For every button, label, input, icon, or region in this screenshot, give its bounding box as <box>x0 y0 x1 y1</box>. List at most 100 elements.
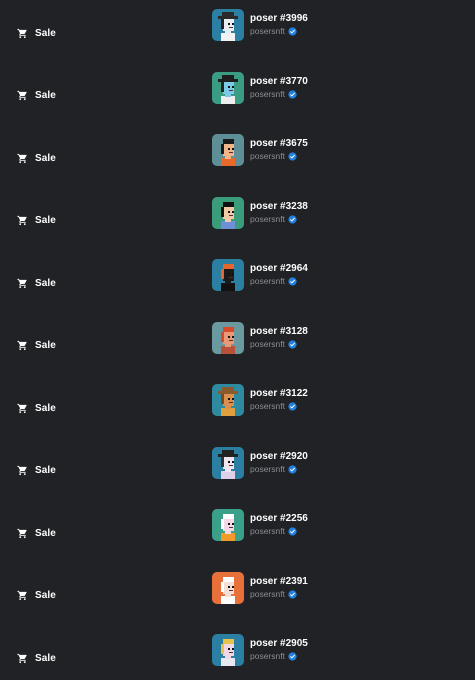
shopping-cart-icon <box>17 28 27 38</box>
collection-name[interactable]: posersnft <box>250 151 285 162</box>
activity-row: Sale poser #3770 posersnft <box>0 71 475 134</box>
item-thumbnail[interactable] <box>212 571 244 604</box>
event-label: Sale <box>35 90 56 101</box>
verified-badge-icon <box>288 527 297 536</box>
collection-name[interactable]: posersnft <box>250 464 285 475</box>
activity-row: Sale poser #2256 posersnft <box>0 509 475 571</box>
collection-name[interactable]: posersnft <box>250 26 285 37</box>
item-thumbnail[interactable] <box>212 446 244 479</box>
collection-line: posersnft <box>250 276 308 287</box>
event-type[interactable]: Sale <box>17 274 56 292</box>
event-type[interactable]: Sale <box>17 524 56 542</box>
item-thumbnail[interactable] <box>212 9 244 41</box>
item-name[interactable]: poser #2256 <box>250 513 308 525</box>
verified-badge-icon <box>288 339 297 349</box>
shopping-cart-icon <box>17 215 27 226</box>
item-thumbnail[interactable] <box>212 71 244 104</box>
collection-line: posersnft <box>250 151 308 162</box>
item-name[interactable]: poser #3770 <box>250 76 308 88</box>
item-thumbnail[interactable] <box>212 384 244 416</box>
verified-badge-icon <box>288 89 297 99</box>
event-label: Sale <box>35 652 56 664</box>
collection-name[interactable]: posersnft <box>250 526 285 537</box>
verified-badge-icon <box>288 152 297 161</box>
shopping-cart-icon <box>17 465 27 476</box>
event-type[interactable]: Sale <box>17 462 56 480</box>
collection-name[interactable]: posersnft <box>250 339 285 350</box>
item-meta: poser #2964 posersnft <box>250 263 308 287</box>
event-label: Sale <box>35 465 56 476</box>
event-type[interactable]: Sale <box>17 649 56 667</box>
item-meta: poser #3128 posersnft <box>250 326 308 350</box>
item-cell[interactable]: poser #3122 posersnft <box>212 384 308 416</box>
item-meta: poser #3122 posersnft <box>250 388 308 412</box>
verified-badge-icon <box>288 402 297 411</box>
item-cell[interactable]: poser #2920 posersnft <box>212 446 308 479</box>
collection-line: posersnft <box>250 651 308 662</box>
item-meta: poser #3770 posersnft <box>250 76 308 100</box>
item-cell[interactable]: poser #2256 posersnft <box>212 509 308 541</box>
collection-name[interactable]: posersnft <box>250 89 285 100</box>
event-type[interactable]: Sale <box>17 587 56 605</box>
event-type[interactable]: Sale <box>17 87 56 105</box>
item-cell[interactable]: poser #3996 posersnft <box>212 9 308 41</box>
activity-row: Sale poser #3128 posersnft <box>0 321 475 384</box>
item-meta: poser #2920 posersnft <box>250 451 308 475</box>
item-cell[interactable]: poser #3128 posersnft <box>212 321 308 354</box>
item-cell[interactable]: poser #2905 posersnft <box>212 634 308 666</box>
item-cell[interactable]: poser #3770 posersnft <box>212 71 308 104</box>
shopping-cart-icon <box>17 653 27 663</box>
event-type[interactable]: Sale <box>17 337 56 355</box>
item-thumbnail[interactable] <box>212 509 244 541</box>
collection-line: posersnft <box>250 589 308 600</box>
collection-name[interactable]: posersnft <box>250 401 285 412</box>
collection-name[interactable]: posersnft <box>250 214 285 225</box>
verified-badge-icon <box>288 589 297 599</box>
item-name[interactable]: poser #2905 <box>250 638 308 650</box>
activity-row: Sale poser #3996 posersnft <box>0 9 475 71</box>
shopping-cart-icon <box>17 403 27 413</box>
event-label: Sale <box>35 152 56 164</box>
item-cell[interactable]: poser #3238 posersnft <box>212 196 308 229</box>
item-name[interactable]: poser #3238 <box>250 201 308 213</box>
item-thumbnail[interactable] <box>212 321 244 354</box>
shopping-cart-icon <box>17 90 27 101</box>
item-name[interactable]: poser #3128 <box>250 326 308 338</box>
item-name[interactable]: poser #3996 <box>250 13 308 25</box>
collection-name[interactable]: posersnft <box>250 651 285 662</box>
item-cell[interactable]: poser #3675 posersnft <box>212 134 308 166</box>
collection-name[interactable]: posersnft <box>250 276 285 287</box>
item-name[interactable]: poser #3122 <box>250 388 308 400</box>
item-meta: poser #3238 posersnft <box>250 201 308 225</box>
item-meta: poser #2905 posersnft <box>250 638 308 662</box>
activity-row: Sale poser #2905 posersnft <box>0 634 475 680</box>
event-label: Sale <box>35 27 56 39</box>
item-name[interactable]: poser #3675 <box>250 138 308 150</box>
event-label: Sale <box>35 527 56 539</box>
item-thumbnail[interactable] <box>212 196 244 229</box>
activity-list: Sale poser #3996 posersnft Sale poser #3… <box>0 0 475 680</box>
item-thumbnail[interactable] <box>212 134 244 166</box>
activity-row: Sale poser #3238 posersnft <box>0 196 475 259</box>
collection-name[interactable]: posersnft <box>250 589 285 600</box>
event-type[interactable]: Sale <box>17 399 56 417</box>
item-meta: poser #3996 posersnft <box>250 13 308 37</box>
event-label: Sale <box>35 402 56 414</box>
item-name[interactable]: poser #2391 <box>250 576 308 588</box>
item-name[interactable]: poser #2964 <box>250 263 308 275</box>
item-thumbnail[interactable] <box>212 634 244 666</box>
collection-line: posersnft <box>250 526 308 537</box>
verified-badge-icon <box>288 464 297 474</box>
collection-line: posersnft <box>250 214 308 225</box>
item-thumbnail[interactable] <box>212 259 244 291</box>
item-meta: poser #3675 posersnft <box>250 138 308 162</box>
verified-badge-icon <box>288 277 297 286</box>
event-type[interactable]: Sale <box>17 212 56 230</box>
item-cell[interactable]: poser #2964 posersnft <box>212 259 308 291</box>
event-type[interactable]: Sale <box>17 149 56 167</box>
shopping-cart-icon <box>17 590 27 601</box>
item-cell[interactable]: poser #2391 posersnft <box>212 571 308 604</box>
item-name[interactable]: poser #2920 <box>250 451 308 463</box>
activity-row: Sale poser #2920 posersnft <box>0 446 475 509</box>
event-type[interactable]: Sale <box>17 24 56 42</box>
